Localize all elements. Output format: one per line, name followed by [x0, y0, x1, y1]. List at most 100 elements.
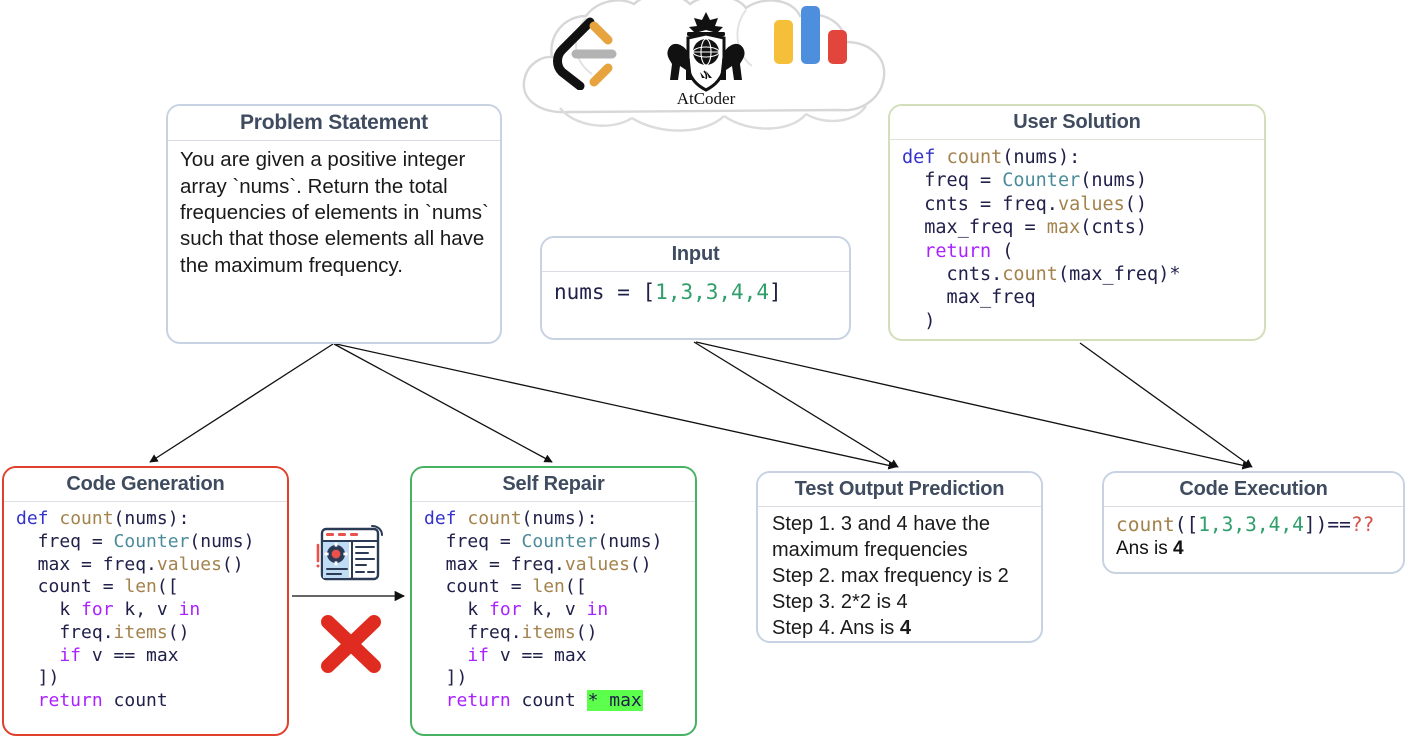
code-generation-code: def count(nums): freq = Counter(nums) ma… — [16, 508, 277, 713]
code-generation-body: def count(nums): freq = Counter(nums) ma… — [4, 502, 287, 719]
problem-statement-card: Problem Statement You are given a positi… — [166, 104, 502, 344]
us-tok-args: (nums): — [1002, 147, 1081, 168]
sr-tok-for: for — [489, 599, 522, 621]
input-values: 1,3,3,4,4 — [655, 280, 769, 304]
sr-tok-count-assign: count = — [424, 576, 533, 598]
sr-tok-in: in — [586, 599, 609, 621]
sr-tok-len-open: ([ — [564, 576, 587, 598]
cg-tok-items: items — [113, 621, 168, 643]
us-tok-counter: Counter — [1002, 170, 1081, 192]
input-close-bracket: ] — [768, 280, 782, 304]
cg-tok-freq-assign: freq = — [16, 530, 114, 552]
us-tok-return: return — [902, 240, 992, 262]
self-repair-title: Self Repair — [412, 468, 695, 502]
sr-tok-items-args: () — [575, 621, 598, 643]
us-tok-close-paren: ) — [902, 310, 936, 332]
us-tok-cnts-dot: cnts. — [902, 263, 1003, 285]
code-settings-window-icon — [316, 525, 383, 581]
us-tok-max-args: (cnts) — [1080, 217, 1148, 239]
cg-tok-len-open: ([ — [156, 576, 179, 598]
user-solution-title: User Solution — [890, 106, 1264, 140]
input-expression: nums = [1,3,3,4,4] — [554, 279, 839, 306]
cg-tok-len: len — [124, 576, 157, 598]
ce-tok-fn: count — [1116, 513, 1175, 536]
cg-tok-args: (nums): — [113, 508, 190, 529]
edge-problem-to-selfrepair — [333, 343, 553, 463]
test-output-step-4-answer: 4 — [899, 617, 911, 639]
cg-tok-k: k — [16, 599, 82, 621]
us-tok-fn: count — [946, 147, 1003, 168]
cg-tok-values: values — [156, 553, 222, 575]
ce-tok-values: 1,3,3,4,4 — [1198, 513, 1304, 536]
cg-tok-for: for — [81, 599, 114, 621]
online-judges-cloud: AtCoder — [500, 0, 920, 134]
self-repair-card: Self Repair def count(nums): freq = Coun… — [410, 466, 697, 736]
problem-statement-text: You are given a positive integer array `… — [180, 148, 489, 277]
us-tok-values-args: () — [1124, 193, 1148, 215]
cg-tok-fn: count — [48, 508, 114, 529]
code-execution-title: Code Execution — [1104, 473, 1403, 507]
cg-tok-values-args: () — [221, 553, 244, 575]
test-output-step-4-prefix: Step 4. Ans is — [772, 617, 900, 639]
problem-statement-body: You are given a positive integer array `… — [168, 141, 500, 285]
user-solution-code: def count(nums): freq = Counter(nums) cn… — [902, 146, 1254, 333]
sr-tok-k: k — [424, 599, 490, 621]
edge-problem-to-codegen — [149, 343, 334, 463]
cg-tok-close: ]) — [16, 667, 60, 689]
code-generation-title: Code Generation — [4, 468, 287, 502]
cg-tok-count-assign: count = — [16, 576, 125, 598]
test-output-step-1: Step 1. 3 and 4 have the maximum frequen… — [772, 513, 990, 561]
ce-tok-close: ]) — [1303, 513, 1328, 536]
input-body: nums = [1,3,3,4,4] — [542, 272, 849, 312]
leetcode-logo — [553, 17, 617, 90]
sr-tok-return-val: count — [510, 690, 587, 712]
cg-tok-return: return — [16, 690, 103, 712]
us-tok-max: max — [1046, 217, 1081, 239]
input-var-name: nums — [554, 280, 605, 304]
input-title: Input — [542, 238, 849, 272]
us-tok-def: def — [902, 147, 936, 168]
cg-tok-items-args: () — [167, 621, 190, 643]
sr-tok-args: (nums): — [521, 508, 598, 529]
sr-tok-cond: v == max — [489, 644, 587, 666]
sr-tok-max-assign: max = freq. — [424, 553, 565, 575]
red-cross-icon — [321, 615, 381, 673]
us-tok-freq-assign: freq = — [902, 170, 1003, 192]
edge-input-to-testoutput — [693, 341, 899, 468]
ce-tok-open: ([ — [1174, 513, 1199, 536]
sr-tok-freq-items: freq. — [424, 621, 522, 643]
sr-tok-values: values — [564, 553, 630, 575]
ce-tok-unknown: ?? — [1350, 513, 1375, 536]
input-open-bracket: [ — [642, 280, 656, 304]
code-execution-answer: Ans is 4 — [1116, 538, 1395, 560]
atcoder-wordmark: AtCoder — [677, 89, 736, 108]
user-solution-card: User Solution def count(nums): freq = Co… — [888, 104, 1266, 341]
edge-input-to-codeexec — [695, 341, 1251, 470]
ce-ans-value: 4 — [1173, 537, 1184, 559]
cg-tok-return-val: count — [102, 690, 168, 712]
edge-usersolution-to-codeexec — [1079, 342, 1253, 468]
sr-tok-fn: count — [456, 508, 522, 529]
sr-tok-freq-assign: freq = — [424, 530, 522, 552]
cg-tok-counter: Counter — [113, 530, 190, 552]
code-execution-call: count([1,3,3,4,4])==?? — [1116, 513, 1395, 538]
cg-tok-def: def — [16, 508, 49, 529]
us-tok-values: values — [1057, 193, 1125, 215]
edge-problem-to-testoutput — [335, 343, 897, 470]
problem-statement-title: Problem Statement — [168, 106, 500, 142]
cg-tok-freq-items: freq. — [16, 621, 114, 643]
atcoder-logo: AtCoder — [667, 12, 745, 108]
test-output-step-4: Step 4. Ans is 4 — [772, 615, 1033, 641]
sr-tok-kv: k, v — [521, 599, 587, 621]
us-tok-counter-args: (nums) — [1080, 170, 1148, 192]
sr-tok-if: if — [424, 644, 490, 666]
test-output-prediction-body: Step 1. 3 and 4 have the maximum frequen… — [758, 507, 1041, 641]
sr-tok-def: def — [424, 508, 457, 529]
sr-tok-len: len — [532, 576, 565, 598]
us-tok-count-args: (max_freq)* — [1057, 263, 1181, 285]
test-output-prediction-title: Test Output Prediction — [758, 473, 1041, 507]
code-generation-card: Code Generation def count(nums): freq = … — [2, 466, 289, 736]
cg-tok-if: if — [16, 644, 82, 666]
input-card: Input nums = [1,3,3,4,4] — [540, 236, 851, 340]
codeforces-logo — [774, 6, 847, 64]
